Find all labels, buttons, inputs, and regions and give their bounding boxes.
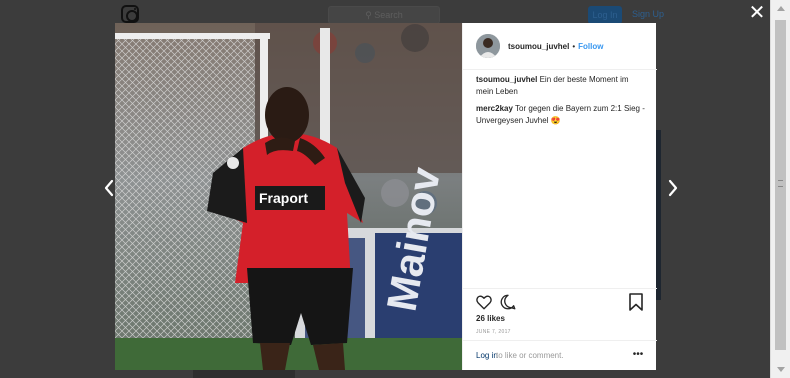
more-options-icon: •••	[632, 349, 644, 360]
heart-icon	[476, 295, 492, 310]
chevron-right-icon	[668, 179, 678, 197]
search-icon: ⚲	[365, 10, 375, 20]
post-photo[interactable]: Mainov Fraport	[115, 23, 462, 370]
close-icon: ✕	[748, 2, 766, 24]
close-button[interactable]: ✕	[748, 2, 766, 24]
comment-bubble-icon	[500, 294, 516, 310]
save-button[interactable]	[628, 293, 644, 311]
background-signup-link: Sign Up	[632, 9, 665, 19]
comment-item: tsoumou_juvhel Ein der beste Moment im m…	[476, 74, 648, 98]
football-player-photo: Mainov Fraport	[115, 23, 462, 370]
login-link[interactable]: Log in	[476, 351, 498, 360]
scroll-down-arrow-icon[interactable]	[777, 367, 785, 372]
background-login-button: Log In	[588, 6, 622, 24]
next-post-button[interactable]	[666, 178, 680, 198]
login-prompt-text: to like or comment.	[496, 351, 564, 360]
comment-item: merc2kay Tor gegen die Bayern zum 2:1 Si…	[476, 103, 648, 127]
separator-dot: •	[572, 41, 576, 51]
comment-username[interactable]: tsoumou_juvhel	[476, 75, 537, 84]
comments-list: tsoumou_juvhel Ein der beste Moment im m…	[476, 74, 648, 132]
background-thumbnail	[656, 130, 661, 300]
like-button[interactable]	[475, 293, 493, 311]
comment-button[interactable]	[499, 293, 517, 311]
avatar-image	[476, 34, 500, 58]
post-actions: 26 likes JUNE 7, 2017	[463, 288, 657, 340]
likes-count[interactable]: 26 likes	[476, 314, 505, 323]
chevron-left-icon	[104, 179, 114, 197]
post-modal: Mainov Fraport tsoumou_juvhel • Follow t…	[115, 23, 657, 370]
follow-button[interactable]: Follow	[578, 42, 603, 51]
page-scrollbar[interactable]	[770, 0, 790, 378]
comment-username[interactable]: merc2kay	[476, 104, 513, 113]
previous-post-button[interactable]	[102, 178, 116, 198]
search-placeholder: Search	[374, 10, 403, 20]
add-comment-section: Log in to like or comment. •••	[463, 340, 657, 370]
scrollbar-grip-icon	[778, 180, 783, 187]
post-details-panel: tsoumou_juvhel • Follow tsoumou_juvhel E…	[462, 23, 657, 370]
post-date[interactable]: JUNE 7, 2017	[476, 329, 511, 335]
author-avatar[interactable]	[476, 34, 500, 58]
jersey-sponsor-text: Fraport	[259, 190, 308, 206]
background-search-input: ⚲ Search	[328, 6, 440, 24]
author-username[interactable]: tsoumou_juvhel	[508, 42, 569, 51]
post-header: tsoumou_juvhel • Follow	[463, 23, 657, 70]
scroll-up-arrow-icon[interactable]	[777, 6, 785, 11]
instagram-logo-icon	[121, 5, 139, 23]
bookmark-icon	[629, 293, 643, 311]
more-options-button[interactable]: •••	[631, 350, 645, 362]
background-thumbnail	[193, 370, 295, 378]
